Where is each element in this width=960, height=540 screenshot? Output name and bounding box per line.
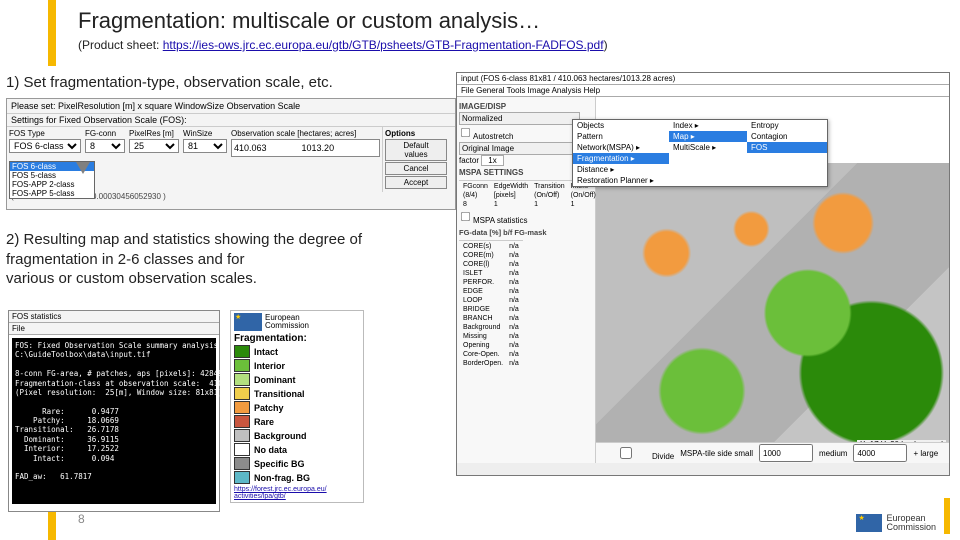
menu-item[interactable]: FOS — [747, 142, 827, 153]
cancel-button[interactable]: Cancel — [385, 162, 447, 175]
stats-menu-file[interactable]: File — [9, 323, 219, 335]
fragmentation-map[interactable] — [596, 163, 949, 463]
menu-item[interactable]: Entropy — [747, 120, 827, 131]
table-row: BRIDGEn/a — [461, 306, 521, 313]
divide-checkbox[interactable] — [603, 447, 649, 459]
dropdown-option[interactable]: FOS-APP 5-class — [10, 189, 94, 198]
menu-item[interactable]: Objects — [573, 120, 669, 131]
obs-scale-input[interactable] — [231, 139, 380, 157]
legend-item: Interior — [234, 359, 360, 372]
menu-item[interactable]: MultiScale ▸ — [669, 142, 747, 153]
menu-item[interactable]: Map ▸ — [669, 131, 747, 142]
legend-item: Non-frag. BG — [234, 471, 360, 484]
table-row: CORE(s)n/a — [461, 243, 521, 250]
page-number: 8 — [78, 512, 85, 526]
zoom-factor[interactable]: 1x — [481, 155, 503, 166]
stats-titlebar[interactable]: FOS statistics — [9, 311, 219, 323]
table-row: ISLETn/a — [461, 270, 521, 277]
table-row: LOOPn/a — [461, 297, 521, 304]
subtitle: (Product sheet: https://ies-ows.jrc.ec.e… — [78, 38, 608, 52]
menu-item[interactable]: Fragmentation ▸ — [573, 153, 669, 164]
page-title: Fragmentation: multiscale or custom anal… — [78, 8, 608, 34]
legend-item: Background — [234, 429, 360, 442]
mspa-stats-checkbox[interactable] — [461, 212, 470, 221]
menu-item[interactable]: Network(MSPA) ▸ — [573, 142, 669, 153]
stats-window: FOS statistics File FOS: Fixed Observati… — [8, 310, 220, 512]
legend-item: Transitional — [234, 387, 360, 400]
product-sheet-link[interactable]: https://ies-ows.jrc.ec.europa.eu/gtb/GTB… — [163, 38, 604, 52]
menu-item[interactable]: Restoration Planner ▸ — [573, 175, 669, 186]
menu-item[interactable]: Index ▸ — [669, 120, 747, 131]
eu-flag-icon — [856, 514, 882, 532]
settings-dialog: Please set: PixelResolution [m] x square… — [6, 98, 456, 210]
pointer-arrow-icon — [76, 162, 90, 174]
tile-small-input[interactable] — [759, 444, 813, 462]
gtb-app-window: input (FOS 6-class 81x81 / 410.063 hecta… — [456, 72, 950, 476]
original-image-button[interactable]: Original Image — [459, 142, 580, 155]
legend-cite-link[interactable]: https://forest.jrc.ec.europa.eu/ activit… — [234, 486, 360, 500]
footer-logo: European Commission — [856, 514, 936, 532]
menu-item[interactable]: Pattern — [573, 131, 669, 142]
statusbar: Divide MSPA-tile side small medium + lar… — [596, 442, 949, 463]
title-block: Fragmentation: multiscale or custom anal… — [78, 8, 608, 52]
menu-item[interactable]: Distance ▸ — [573, 164, 669, 175]
defaults-button[interactable]: Default values — [385, 139, 447, 161]
legend-item: Intact — [234, 345, 360, 358]
legend-panel: European Commission Fragmentation: Intac… — [230, 310, 364, 503]
table-row: BorderOpen.n/a — [461, 360, 521, 367]
app-titlebar[interactable]: input (FOS 6-class 81x81 / 410.063 hecta… — [457, 73, 949, 85]
table-row: CORE(l)n/a — [461, 261, 521, 268]
menu-item[interactable]: Contagion — [747, 131, 827, 142]
table-row: EDGEn/a — [461, 288, 521, 295]
table-row: BRANCHn/a — [461, 315, 521, 322]
table-row: CORE(m)n/a — [461, 252, 521, 259]
legend-item: Specific BG — [234, 457, 360, 470]
menu-flyout: ObjectsPatternNetwork(MSPA) ▸Fragmentati… — [572, 119, 828, 187]
stats-body: FOS: Fixed Observation Scale summary ana… — [12, 338, 216, 504]
normalized-button[interactable]: Normalized — [459, 112, 580, 125]
fg-conn-select[interactable]: 8 — [85, 139, 125, 153]
table-row: Backgroundn/a — [461, 324, 521, 331]
app-menubar[interactable]: File General Tools Image Analysis Help — [457, 85, 949, 97]
eu-flag-icon — [234, 313, 262, 331]
step1-text: 1) Set fragmentation-type, observation s… — [6, 74, 333, 91]
dropdown-option[interactable]: FOS-APP 2-class — [10, 180, 94, 189]
legend-item: Rare — [234, 415, 360, 428]
canvas[interactable]: ObjectsPatternNetwork(MSPA) ▸Fragmentati… — [596, 97, 949, 463]
step2-text: 2) Resulting map and statistics showing … — [6, 230, 362, 289]
accent-bar-top — [48, 0, 56, 66]
autostretch-checkbox[interactable] — [461, 128, 470, 137]
legend-item: No data — [234, 443, 360, 456]
table-row: Openingn/a — [461, 342, 521, 349]
legend-item: Patchy — [234, 401, 360, 414]
settings-titlebar[interactable]: Please set: PixelResolution [m] x square… — [7, 99, 455, 113]
legend-item: Dominant — [234, 373, 360, 386]
table-row: PERFOR.n/a — [461, 279, 521, 286]
winsize-select[interactable]: 81 — [183, 139, 227, 153]
settings-heading: Settings for Fixed Observation Scale (FO… — [7, 113, 455, 126]
table-row: Core-Open.n/a — [461, 351, 521, 358]
fos-type-select[interactable]: FOS 6-class — [9, 139, 81, 153]
table-row: Missingn/a — [461, 333, 521, 340]
tile-medium-input[interactable] — [853, 444, 907, 462]
accept-button[interactable]: Accept — [385, 176, 447, 189]
pixres-select[interactable]: 25 — [129, 139, 179, 153]
footer-accent — [944, 498, 950, 534]
